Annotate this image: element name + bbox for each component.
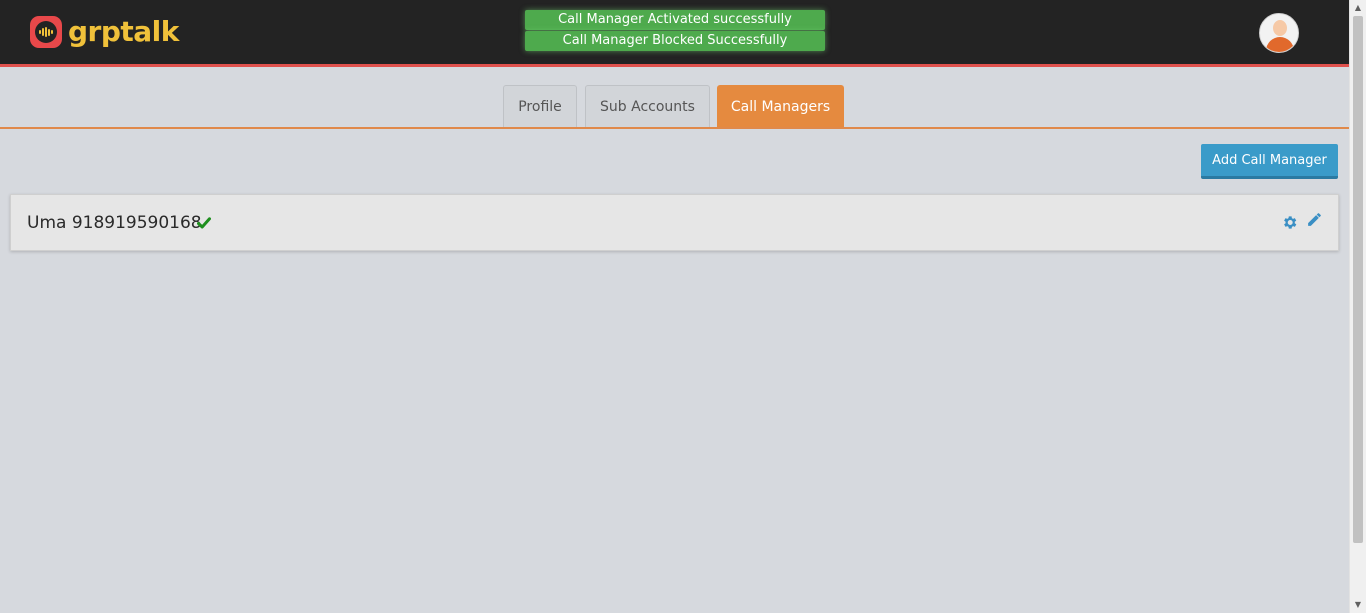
logo[interactable]: grptalk: [30, 16, 179, 48]
add-call-manager-button[interactable]: Add Call Manager: [1201, 144, 1338, 179]
logo-icon: [30, 16, 62, 48]
notification-stack: Call Manager Activated successfully Call…: [525, 10, 825, 52]
tab-call-managers[interactable]: Call Managers: [717, 85, 844, 127]
pencil-icon[interactable]: [1306, 211, 1323, 228]
user-avatar-icon[interactable]: [1259, 13, 1299, 53]
vertical-scrollbar[interactable]: ▲ ▼: [1349, 0, 1366, 613]
top-header: grptalk Call Manager Activated successfu…: [0, 0, 1349, 67]
scrollbar-thumb[interactable]: [1353, 16, 1363, 543]
logo-text: grptalk: [68, 15, 179, 48]
call-manager-row: Uma 918919590168: [10, 194, 1339, 251]
call-manager-name: Uma 918919590168: [27, 213, 202, 233]
notification-toast: Call Manager Activated successfully: [525, 10, 825, 30]
scroll-up-icon[interactable]: ▲: [1350, 0, 1366, 16]
gear-icon[interactable]: [1281, 214, 1298, 231]
tab-sub-accounts[interactable]: Sub Accounts: [585, 85, 710, 127]
notification-toast: Call Manager Blocked Successfully: [525, 31, 825, 51]
tab-profile[interactable]: Profile: [503, 85, 577, 127]
check-icon: [197, 217, 211, 229]
page: grptalk Call Manager Activated successfu…: [0, 0, 1366, 613]
tab-bar: Profile Sub Accounts Call Managers: [0, 70, 1349, 129]
scroll-down-icon[interactable]: ▼: [1350, 597, 1366, 613]
